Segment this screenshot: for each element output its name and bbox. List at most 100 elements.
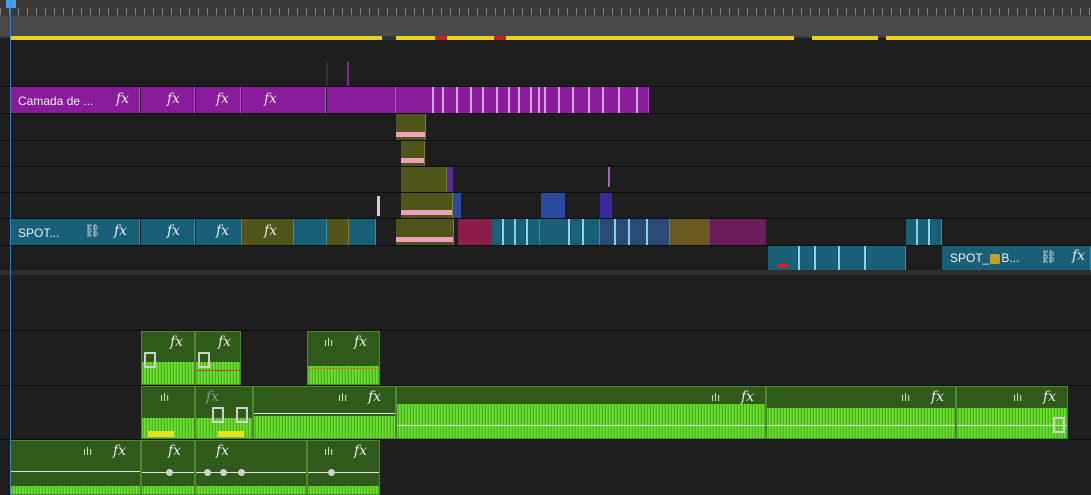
video-clip-teal[interactable]: fx [196, 219, 242, 245]
time-ruler[interactable] [0, 0, 1091, 38]
clip-bar [396, 132, 425, 137]
audio-waveform-icon: ılı [83, 445, 93, 458]
volume-line[interactable] [308, 472, 379, 473]
video-clip-olive[interactable] [327, 219, 349, 245]
clip-cut [928, 219, 930, 245]
fx-icon: fx [206, 389, 220, 405]
keyframe[interactable] [220, 469, 227, 476]
audio-clip[interactable]: fx [141, 440, 195, 495]
trim-handle[interactable] [1053, 417, 1065, 433]
video-clip-teal[interactable]: SPOT_ B... ⛓ fx [942, 246, 1091, 270]
work-area-bar[interactable] [396, 36, 794, 40]
clip-cut [482, 87, 484, 113]
clip-label: SPOT_ B... [950, 251, 1020, 265]
clip-cut [814, 246, 816, 270]
clip-sliver[interactable] [541, 193, 565, 218]
keyframe[interactable] [328, 469, 335, 476]
keyframe[interactable] [238, 469, 245, 476]
playhead-handle[interactable] [6, 0, 16, 8]
volume-line[interactable] [196, 472, 306, 473]
keyframe[interactable] [204, 469, 211, 476]
trim-handle[interactable] [212, 407, 224, 423]
trim-handle[interactable] [198, 352, 210, 368]
video-clip-teal[interactable] [540, 219, 600, 245]
fx-icon: fx [114, 223, 128, 239]
clip-cut [530, 87, 532, 113]
clip-sliver[interactable] [326, 62, 328, 86]
audio-waveform [254, 416, 395, 438]
clip-sliver[interactable] [600, 193, 612, 218]
video-clip-teal[interactable] [906, 219, 942, 245]
fx-icon: fx [264, 91, 278, 107]
volume-line[interactable] [957, 425, 1067, 426]
audio-clip[interactable]: ılı fx [307, 440, 380, 495]
playhead-line[interactable] [10, 0, 11, 495]
audio-clip[interactable]: ılı fx [10, 440, 141, 495]
clip-cut [916, 219, 918, 245]
video-clip-purple[interactable] [327, 87, 396, 113]
link-icon: ⛓ [84, 223, 101, 238]
volume-line[interactable] [11, 471, 140, 472]
audio-waveform [11, 486, 140, 494]
work-area-bar[interactable] [10, 36, 382, 40]
clip-sliver[interactable] [377, 196, 380, 216]
volume-line[interactable] [767, 425, 955, 426]
audio-waveform-icon: ılı [324, 336, 334, 349]
audio-clip[interactable]: ılı fx [253, 386, 396, 439]
work-area-bar[interactable] [886, 36, 1091, 40]
audio-clip[interactable]: fx [195, 331, 241, 385]
video-clip-teal[interactable] [294, 219, 327, 245]
trim-handle[interactable] [236, 407, 248, 423]
volume-line[interactable] [308, 368, 379, 369]
trim-handle[interactable] [144, 352, 156, 368]
video-clip-olive[interactable] [401, 193, 453, 218]
video-clip-teal[interactable] [768, 246, 906, 270]
audio-clip[interactable]: fx [195, 440, 307, 495]
audio-clip[interactable]: ılı fx [396, 386, 766, 439]
video-clip-olive[interactable] [401, 167, 447, 192]
volume-line[interactable] [254, 413, 395, 414]
video-clip-purple[interactable]: Camada de ... fx [10, 87, 140, 113]
video-clip-olive[interactable] [401, 141, 425, 166]
fx-icon: fx [931, 389, 945, 405]
video-clip-teal[interactable] [349, 219, 376, 245]
clip-cut [526, 219, 528, 245]
video-clip-purple[interactable] [396, 87, 649, 113]
video-clip-teal[interactable] [600, 219, 670, 245]
video-clip-teal[interactable]: SPOT... ⛓ fx [10, 219, 140, 245]
clip-sliver[interactable] [447, 167, 453, 192]
video-clip-olive[interactable] [396, 114, 426, 140]
audio-clip[interactable]: ılı fx [766, 386, 956, 439]
audio-clip[interactable]: ılı fx [956, 386, 1068, 439]
video-clip-purple[interactable]: fx [196, 87, 241, 113]
keyframe[interactable] [166, 469, 173, 476]
video-clip-magenta[interactable] [458, 219, 492, 245]
audio-clip[interactable]: fx [195, 386, 253, 439]
video-clip-purple[interactable]: fx [242, 87, 326, 113]
timeline-marker[interactable] [494, 36, 506, 40]
audio-clip[interactable]: ılı [141, 386, 195, 439]
video-clip-magenta[interactable] [710, 219, 766, 245]
fx-icon: fx [1043, 389, 1057, 405]
audio-clip[interactable]: ılı fx [307, 331, 380, 385]
timeline-marker[interactable] [435, 36, 447, 40]
link-icon: ⛓ [1040, 249, 1057, 264]
clip-sliver[interactable] [347, 62, 349, 86]
clip-sliver[interactable] [608, 167, 610, 187]
audio-clip[interactable]: fx [141, 331, 195, 385]
video-clip-olive[interactable] [670, 219, 710, 245]
track-separator [0, 140, 1091, 141]
video-clip-teal[interactable] [492, 219, 540, 245]
video-clip-olive[interactable]: fx [242, 219, 294, 245]
video-audio-divider[interactable] [0, 270, 1091, 275]
video-clip-olive[interactable] [396, 219, 454, 245]
video-clip-purple[interactable]: fx [141, 87, 195, 113]
fx-icon: fx [167, 223, 181, 239]
work-area-bar[interactable] [812, 36, 878, 40]
clip-cut [538, 87, 540, 113]
clip-sliver[interactable] [453, 193, 461, 218]
volume-line[interactable] [397, 425, 765, 426]
fx-icon: fx [216, 223, 230, 239]
volume-line[interactable] [196, 370, 240, 371]
video-clip-teal[interactable]: fx [141, 219, 195, 245]
